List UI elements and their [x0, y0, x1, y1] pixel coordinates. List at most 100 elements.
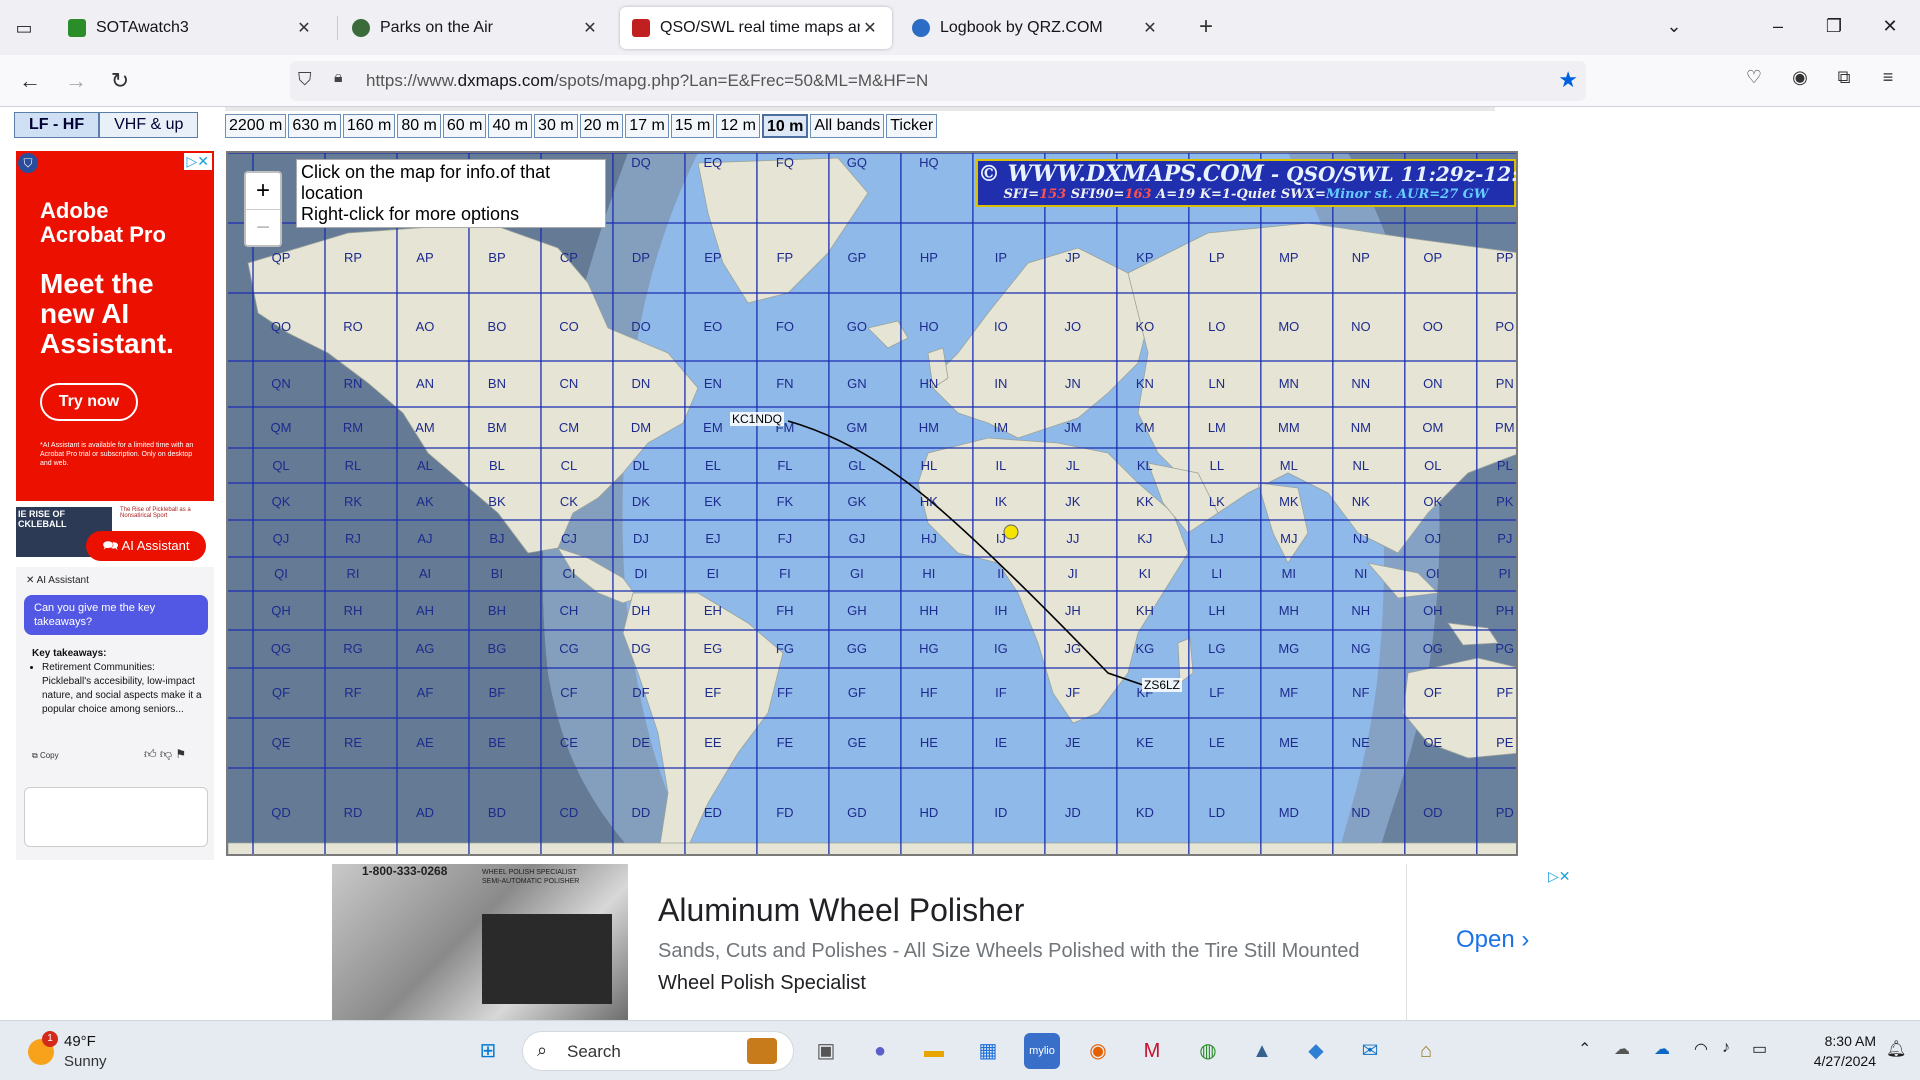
chat-icon[interactable]: ●: [862, 1033, 898, 1069]
mylio-icon[interactable]: mylio: [1024, 1033, 1060, 1069]
copy-button[interactable]: ⧉ Copy: [32, 751, 59, 761]
chevron-up-icon[interactable]: ⌃: [1578, 1039, 1591, 1059]
adchoices-icon[interactable]: ▷✕: [183, 153, 212, 170]
restore-button[interactable]: ❐: [1814, 10, 1854, 42]
grid-square-label: QE: [271, 735, 291, 750]
tab-qrz-logbook[interactable]: Logbook by QRZ.COM ✕: [900, 7, 1172, 49]
band-button-160-m[interactable]: 160 m: [342, 114, 396, 138]
grid-square-label: QJ: [272, 530, 290, 546]
dxmaps-banner[interactable]: © WWW.DXMAPS.COM - QSO/SWL 11:29z-12:29z…: [976, 159, 1516, 207]
dx-map[interactable]: QP RP AP BP CP DP EP FP GP HP IP JP KP LP MP NP OP PP QO RO…: [226, 151, 1518, 856]
paint-icon[interactable]: ◆: [1298, 1033, 1334, 1069]
back-button[interactable]: ←: [14, 65, 46, 97]
band-button-10-m[interactable]: 10 m: [761, 114, 809, 138]
clock[interactable]: 8:30 AM 4/27/2024: [1796, 1031, 1876, 1071]
account-icon[interactable]: ◉: [1786, 67, 1814, 95]
grid-square-label: RO: [343, 319, 363, 334]
volume-icon[interactable]: ♪: [1722, 1039, 1730, 1057]
close-tab-icon[interactable]: ✕: [860, 18, 880, 38]
band-button-ticker[interactable]: Ticker: [886, 114, 938, 138]
mail-icon[interactable]: ✉: [1352, 1033, 1388, 1069]
band-button-80-m[interactable]: 80 m: [397, 114, 441, 138]
url-text[interactable]: https://www.dxmaps.com/spots/mapg.php?La…: [366, 71, 928, 91]
search-box[interactable]: ⌕ Search: [522, 1031, 794, 1071]
band-button-20-m[interactable]: 20 m: [579, 114, 624, 138]
list-all-tabs-icon[interactable]: ⌄: [1654, 10, 1694, 42]
tab-lf-hf[interactable]: LF - HF: [14, 112, 100, 138]
reload-button[interactable]: ↻: [104, 65, 136, 97]
onedrive-icon[interactable]: ☁: [1654, 1039, 1670, 1059]
tab-list-button[interactable]: ▭: [8, 12, 40, 44]
extensions-icon[interactable]: ⧉: [1830, 67, 1858, 95]
adobe-ad[interactable]: ⛉ ▷✕ Adobe Acrobat Pro Meet the new AI A…: [16, 151, 214, 501]
star-icon[interactable]: ★: [1558, 67, 1578, 93]
band-button-15-m[interactable]: 15 m: [670, 114, 715, 138]
notification-bell-icon[interactable]: 🔔︎: [1886, 1039, 1906, 1059]
left-advertisement[interactable]: ⛉ ▷✕ Adobe Acrobat Pro Meet the new AI A…: [16, 151, 214, 860]
band-button-all-bands[interactable]: All bands: [810, 114, 885, 138]
menu-icon[interactable]: ≡: [1874, 67, 1902, 95]
mcafee-icon[interactable]: M: [1134, 1033, 1170, 1069]
close-tab-icon[interactable]: ✕: [580, 18, 600, 38]
ai-assistant-button[interactable]: 🗪︎ AI Assistant: [86, 531, 206, 561]
close-icon[interactable]: ✕: [26, 575, 37, 586]
banner-site: © WWW.DXMAPS.COM: [978, 161, 1264, 187]
wifi-icon[interactable]: ◠: [1694, 1039, 1708, 1059]
firefox-icon[interactable]: ◉: [1080, 1033, 1116, 1069]
weather-widget[interactable]: 1 49°F Sunny: [24, 1029, 154, 1073]
map-hint: Click on the map for info.of that locati…: [296, 159, 606, 228]
band-button-60-m[interactable]: 60 m: [442, 114, 487, 138]
tab-vhf-up[interactable]: VHF & up: [99, 112, 199, 138]
forward-button[interactable]: →: [60, 65, 92, 97]
zoom-out-button[interactable]: −: [246, 209, 280, 245]
open-button[interactable]: Open ›: [1456, 926, 1529, 954]
band-button-12-m[interactable]: 12 m: [716, 114, 760, 138]
photo-icon[interactable]: ▲: [1244, 1033, 1280, 1069]
battery-icon[interactable]: ▭: [1752, 1039, 1767, 1059]
app-icon[interactable]: ⌂: [1408, 1033, 1444, 1069]
close-tab-icon[interactable]: ✕: [294, 18, 314, 38]
grid-square-label: MK: [1279, 493, 1299, 509]
band-button-17-m[interactable]: 17 m: [625, 114, 669, 138]
band-button-630-m[interactable]: 630 m: [288, 114, 341, 138]
store-icon[interactable]: ▦: [970, 1033, 1006, 1069]
close-tab-icon[interactable]: ✕: [1140, 18, 1160, 38]
pocket-icon[interactable]: ♡: [1740, 67, 1768, 95]
grid-square-label: FF: [776, 685, 793, 700]
spot-callsign[interactable]: ZS6LZ: [1142, 678, 1183, 692]
tab-sotawatch[interactable]: SOTAwatch3 ✕: [56, 7, 326, 49]
address-bar[interactable]: ⛉ 🔒︎ https://www.dxmaps.com/spots/mapg.p…: [290, 61, 1586, 101]
task-view-icon[interactable]: ▣: [808, 1033, 844, 1069]
grid-square-label: QH: [271, 602, 291, 618]
new-tab-button[interactable]: +: [1190, 12, 1222, 44]
tab-title: Parks on the Air: [380, 19, 493, 36]
close-window-button[interactable]: ✕: [1870, 10, 1910, 42]
ad-title[interactable]: Aluminum Wheel Polisher: [658, 892, 1024, 929]
start-icon[interactable]: ⊞: [470, 1033, 506, 1069]
cloud-icon[interactable]: ☁: [1614, 1039, 1630, 1059]
chat-input[interactable]: [24, 787, 208, 847]
grid-square-label: JF: [1065, 685, 1081, 700]
grid-square-label: JL: [1065, 457, 1080, 473]
shield-icon[interactable]: ⛉: [298, 69, 312, 90]
minimize-button[interactable]: –: [1758, 10, 1798, 42]
band-button-2200-m[interactable]: 2200 m: [225, 114, 287, 138]
band-button-30-m[interactable]: 30 m: [534, 114, 578, 138]
search-icon: ⌕: [537, 1040, 548, 1060]
grid-square-label: ID: [994, 805, 1008, 820]
try-now-button[interactable]: Try now: [40, 383, 138, 421]
bottom-advertisement[interactable]: 1-800-333-0268 WHEEL POLISH SPECIALIST S…: [0, 860, 1920, 1020]
globe-icon[interactable]: ◍: [1190, 1033, 1226, 1069]
band-button-40-m[interactable]: 40 m: [488, 114, 533, 138]
tab-dxmaps[interactable]: QSO/SWL real time maps and I ✕: [620, 7, 892, 49]
tab-parks-on-the-air[interactable]: Parks on the Air ✕: [340, 7, 612, 49]
chat-question[interactable]: Can you give me the key takeaways?: [24, 595, 208, 635]
folder-icon[interactable]: ▬: [916, 1033, 952, 1069]
zoom-in-button[interactable]: +: [246, 173, 280, 209]
lock-icon[interactable]: 🔒︎: [334, 69, 343, 87]
ad-image[interactable]: 1-800-333-0268 WHEEL POLISH SPECIALIST S…: [332, 864, 628, 1020]
grid-square-label: KH: [1135, 602, 1154, 618]
feedback-icons[interactable]: 👍︎ 👎︎ ⚑: [144, 747, 186, 762]
spot-callsign[interactable]: KC1NDQ: [730, 412, 785, 426]
adchoices-icon[interactable]: ▷✕: [1548, 868, 1571, 885]
